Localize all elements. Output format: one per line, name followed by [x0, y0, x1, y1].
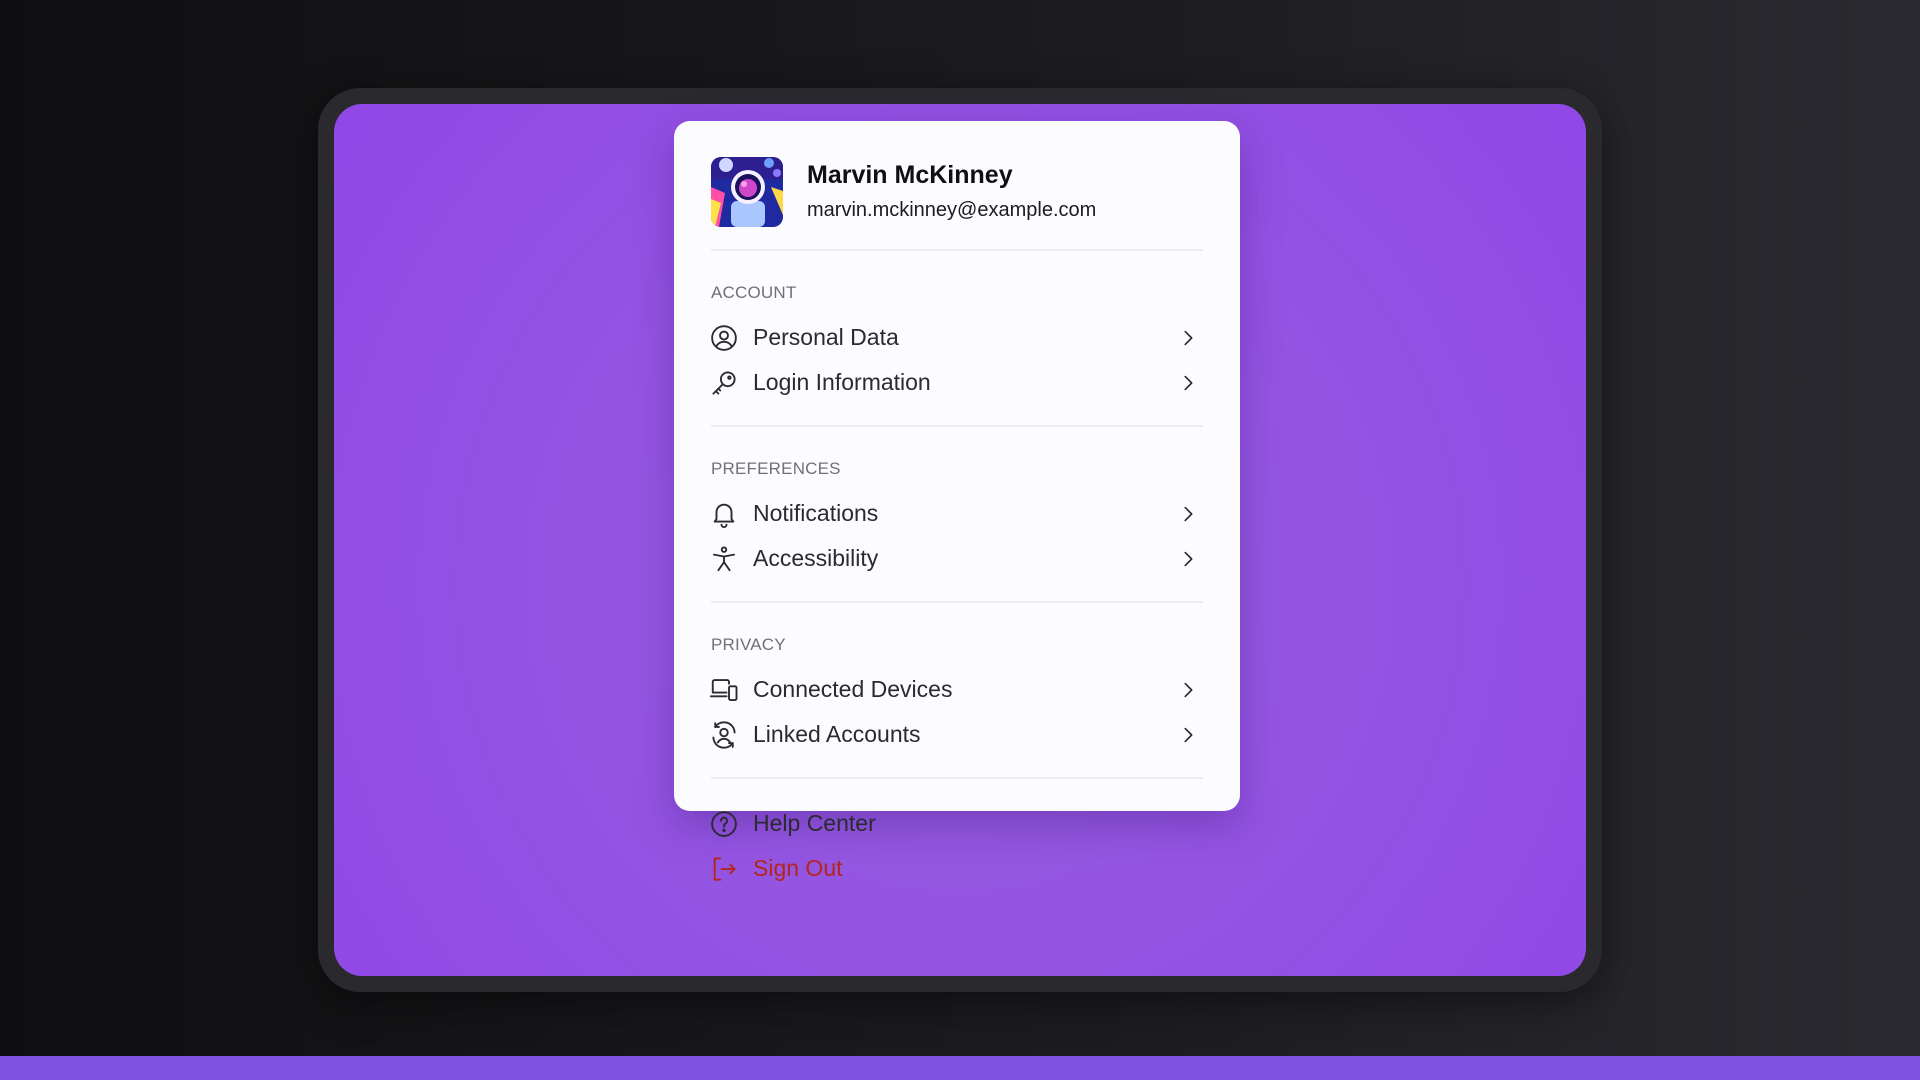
section-title-account: ACCOUNT	[711, 283, 797, 302]
section-account: ACCOUNT Personal Data Login Information	[711, 251, 1203, 427]
section-footer: Help Center Sign Out	[711, 779, 1203, 911]
menu-item-linked-accounts[interactable]: Linked Accounts	[711, 712, 1203, 757]
chevron-right-icon	[1184, 506, 1193, 521]
bottom-accent-strip	[0, 1056, 1920, 1080]
accessibility-icon	[713, 545, 735, 571]
menu-item-label: Notifications	[753, 500, 879, 526]
profile-header: Marvin McKinney marvin.mckinney@example.…	[711, 157, 1203, 251]
profile-name: Marvin McKinney	[807, 161, 1013, 189]
menu-item-login-information[interactable]: Login Information	[711, 360, 1203, 405]
menu-item-label: Sign Out	[753, 855, 843, 881]
sign-out-icon	[713, 856, 736, 881]
bell-icon	[713, 503, 735, 528]
menu-item-accessibility[interactable]: Accessibility	[711, 536, 1203, 581]
chevron-right-icon	[1184, 375, 1193, 390]
account-menu-card: Marvin McKinney marvin.mckinney@example.…	[674, 121, 1240, 881]
menu-item-label: Linked Accounts	[753, 721, 921, 747]
menu-item-personal-data[interactable]: Personal Data	[711, 315, 1203, 360]
key-icon	[712, 370, 736, 395]
menu-item-label: Connected Devices	[753, 676, 953, 702]
menu-item-label: Help Center	[753, 810, 876, 836]
section-title-preferences: PREFERENCES	[711, 459, 841, 478]
menu-item-label: Accessibility	[753, 545, 879, 571]
menu-item-label: Login Information	[753, 369, 931, 395]
avatar[interactable]	[711, 157, 783, 227]
linked-accounts-icon	[712, 720, 736, 749]
profile-email: marvin.mckinney@example.com	[807, 199, 1097, 221]
chevron-right-icon	[1184, 551, 1193, 566]
help-circle-icon	[711, 810, 737, 837]
chevron-right-icon	[1184, 330, 1193, 345]
section-preferences: PREFERENCES Notifications Accessibility	[711, 427, 1203, 603]
devices-icon	[709, 678, 738, 701]
menu-item-sign-out[interactable]: Sign Out	[711, 846, 1203, 891]
menu-item-connected-devices[interactable]: Connected Devices	[709, 667, 1203, 712]
chevron-right-icon	[1184, 682, 1193, 697]
menu-item-help-center[interactable]: Help Center	[711, 801, 1203, 846]
menu-item-notifications[interactable]: Notifications	[711, 491, 1203, 536]
user-circle-icon	[711, 324, 737, 351]
chevron-right-icon	[1184, 727, 1193, 742]
section-privacy: PRIVACY Connected Devices Linked Account…	[709, 603, 1203, 779]
menu-item-label: Personal Data	[753, 324, 899, 350]
section-title-privacy: PRIVACY	[711, 635, 786, 654]
